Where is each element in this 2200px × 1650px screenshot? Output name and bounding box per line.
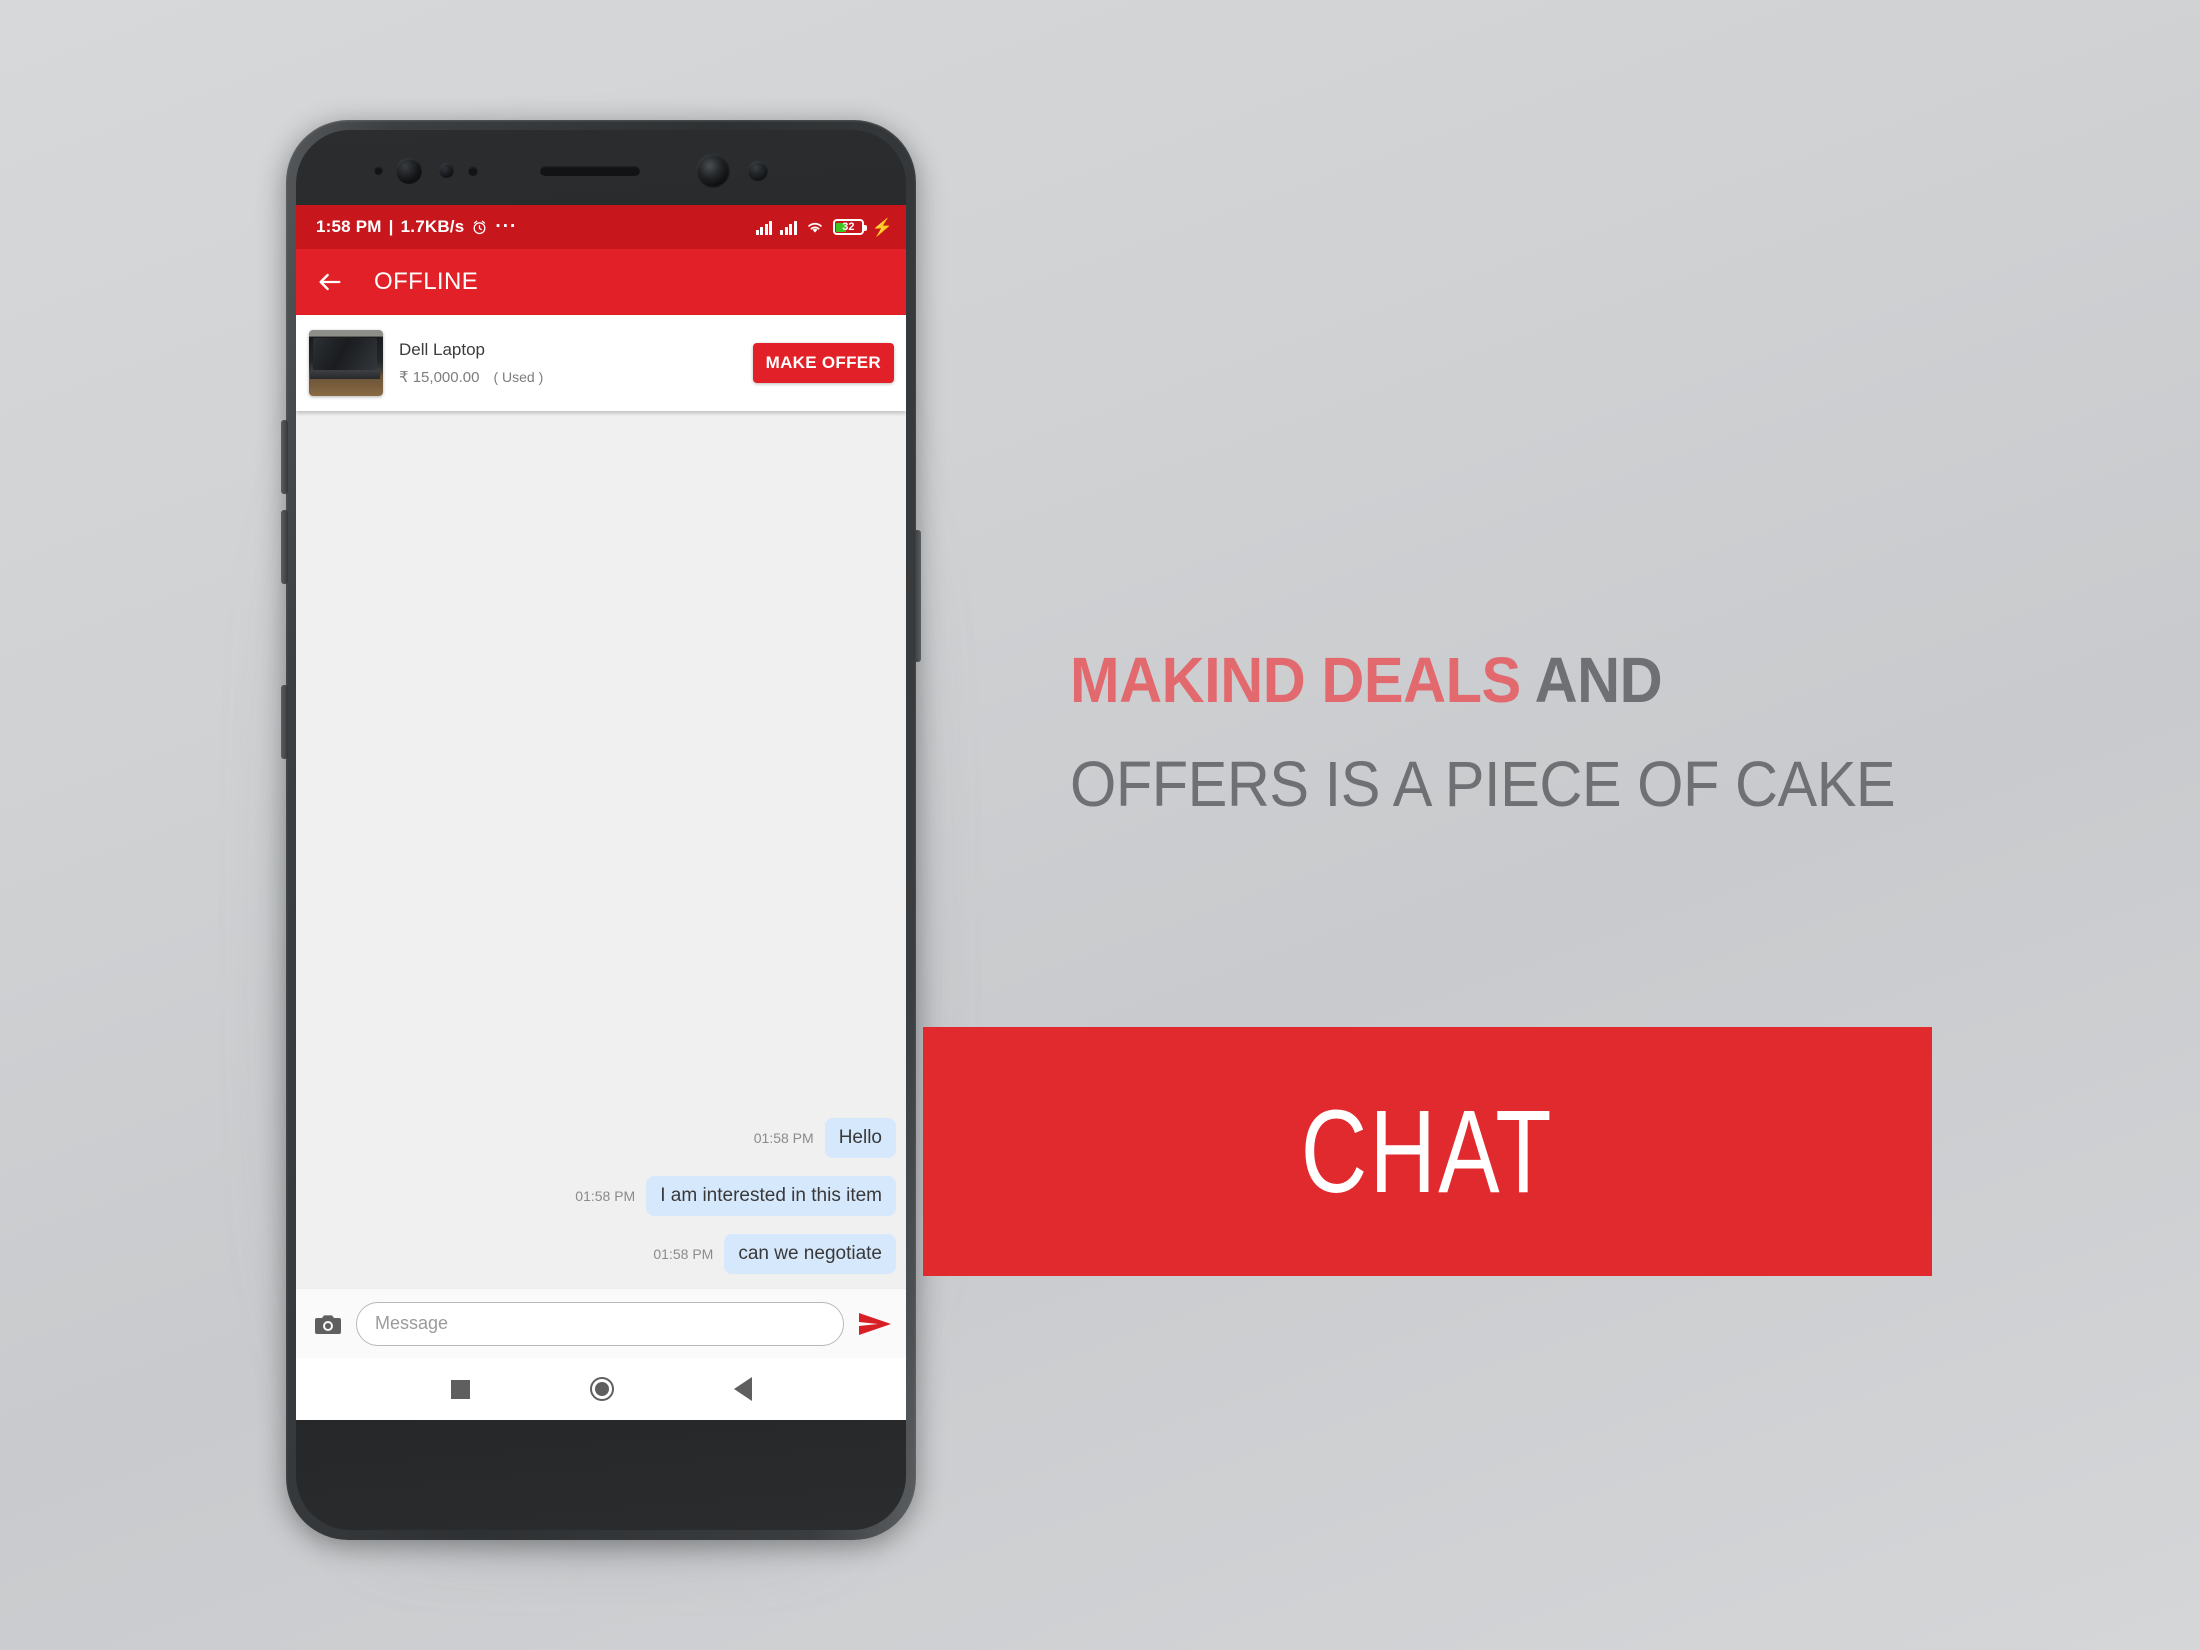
phone-screen: 1:58 PM | 1.7KB/s ··· 32 ⚡ OFFLINE Dell … (296, 205, 906, 1420)
headline-line-2: OFFERS IS A PIECE OF CAKE (1070, 747, 1896, 820)
message-bubble: I am interested in this item (646, 1176, 896, 1216)
earpiece-speaker-icon (540, 166, 640, 176)
headline-line-1: MAKIND DEALS AND (1070, 640, 2056, 722)
wifi-icon (807, 222, 822, 233)
laptop-photo-thumbnail[interactable] (309, 330, 383, 396)
phone-frame: 1:58 PM | 1.7KB/s ··· 32 ⚡ OFFLINE Dell … (281, 120, 921, 1540)
alarm-clock-icon (473, 220, 486, 234)
chat-message-row: 01:58 PM Hello (306, 1118, 896, 1158)
message-timestamp: 01:58 PM (653, 1246, 714, 1262)
headline-accent-text: MAKIND DEALS (1070, 644, 1521, 716)
front-camera-icon (396, 158, 422, 184)
chat-banner-label: CHAT (1300, 1085, 1555, 1218)
iris-scanner-icon (696, 154, 730, 188)
phone-mockup: 1:58 PM | 1.7KB/s ··· 32 ⚡ OFFLINE Dell … (264, 120, 936, 1566)
charging-bolt-icon: ⚡ (871, 217, 893, 237)
message-timestamp: 01:58 PM (575, 1188, 636, 1204)
camera-icon[interactable] (314, 1312, 342, 1336)
marketing-copy: MAKIND DEALS AND OFFERS IS A PIECE OF CA… (1070, 640, 2130, 826)
recents-square-icon[interactable] (450, 1379, 470, 1399)
volume-up-button[interactable] (281, 420, 288, 494)
headline-rest-text: AND (1520, 644, 1663, 716)
status-bar: 1:58 PM | 1.7KB/s ··· 32 ⚡ (296, 205, 906, 249)
chat-message-row: 01:58 PM can we negotiate (306, 1234, 896, 1274)
product-info: Dell Laptop ₹ 15,000.00 ( Used ) (399, 340, 737, 386)
led-indicator-icon (748, 161, 768, 181)
power-button[interactable] (914, 530, 921, 662)
product-meta: ₹ 15,000.00 ( Used ) (399, 368, 737, 386)
product-name: Dell Laptop (399, 340, 486, 359)
app-bar: OFFLINE (296, 249, 906, 315)
battery-level-text: 32 (842, 221, 855, 233)
more-dots-icon: ··· (495, 216, 518, 237)
send-arrow-icon[interactable] (858, 1311, 892, 1337)
phone-top-bezel (296, 130, 906, 205)
status-time: 1:58 PM (316, 217, 382, 236)
product-card[interactable]: Dell Laptop ₹ 15,000.00 ( Used ) MAKE OF… (296, 315, 906, 411)
status-separator: | (388, 217, 394, 236)
light-sensor-icon (468, 166, 478, 176)
product-price: ₹ 15,000.00 (399, 369, 480, 386)
iris-sensor-icon (439, 163, 454, 178)
signal-bars-icon (755, 220, 773, 235)
battery-icon: 32 (832, 219, 867, 235)
chat-message-list[interactable]: 01:58 PM Hello 01:58 PM I am interested … (296, 411, 906, 1288)
chat-banner: CHAT (923, 1027, 1932, 1276)
home-circle-icon[interactable] (589, 1377, 614, 1401)
product-condition: ( Used ) (493, 369, 544, 385)
phone-bezel: 1:58 PM | 1.7KB/s ··· 32 ⚡ OFFLINE Dell … (296, 130, 906, 1530)
assistant-button[interactable] (281, 685, 288, 759)
message-input-bar (296, 1288, 906, 1358)
status-bar-right: 32 ⚡ (755, 217, 893, 237)
network-speed: 1.7KB/s (400, 217, 465, 236)
message-bubble: Hello (824, 1118, 896, 1158)
make-offer-button[interactable]: MAKE OFFER (752, 342, 894, 384)
chat-message-row: 01:58 PM I am interested in this item (306, 1176, 896, 1216)
message-input[interactable] (356, 1301, 844, 1346)
signal-bars-icon-2 (780, 220, 797, 235)
android-nav-bar (296, 1358, 906, 1420)
volume-down-button[interactable] (281, 510, 288, 584)
back-triangle-icon[interactable] (733, 1377, 752, 1401)
back-arrow-icon[interactable] (316, 268, 344, 296)
message-bubble: can we negotiate (724, 1234, 896, 1274)
page-title: OFFLINE (374, 268, 479, 295)
proximity-sensor-icon (374, 166, 383, 175)
message-timestamp: 01:58 PM (753, 1130, 814, 1146)
status-bar-left: 1:58 PM | 1.7KB/s ··· (316, 217, 517, 237)
